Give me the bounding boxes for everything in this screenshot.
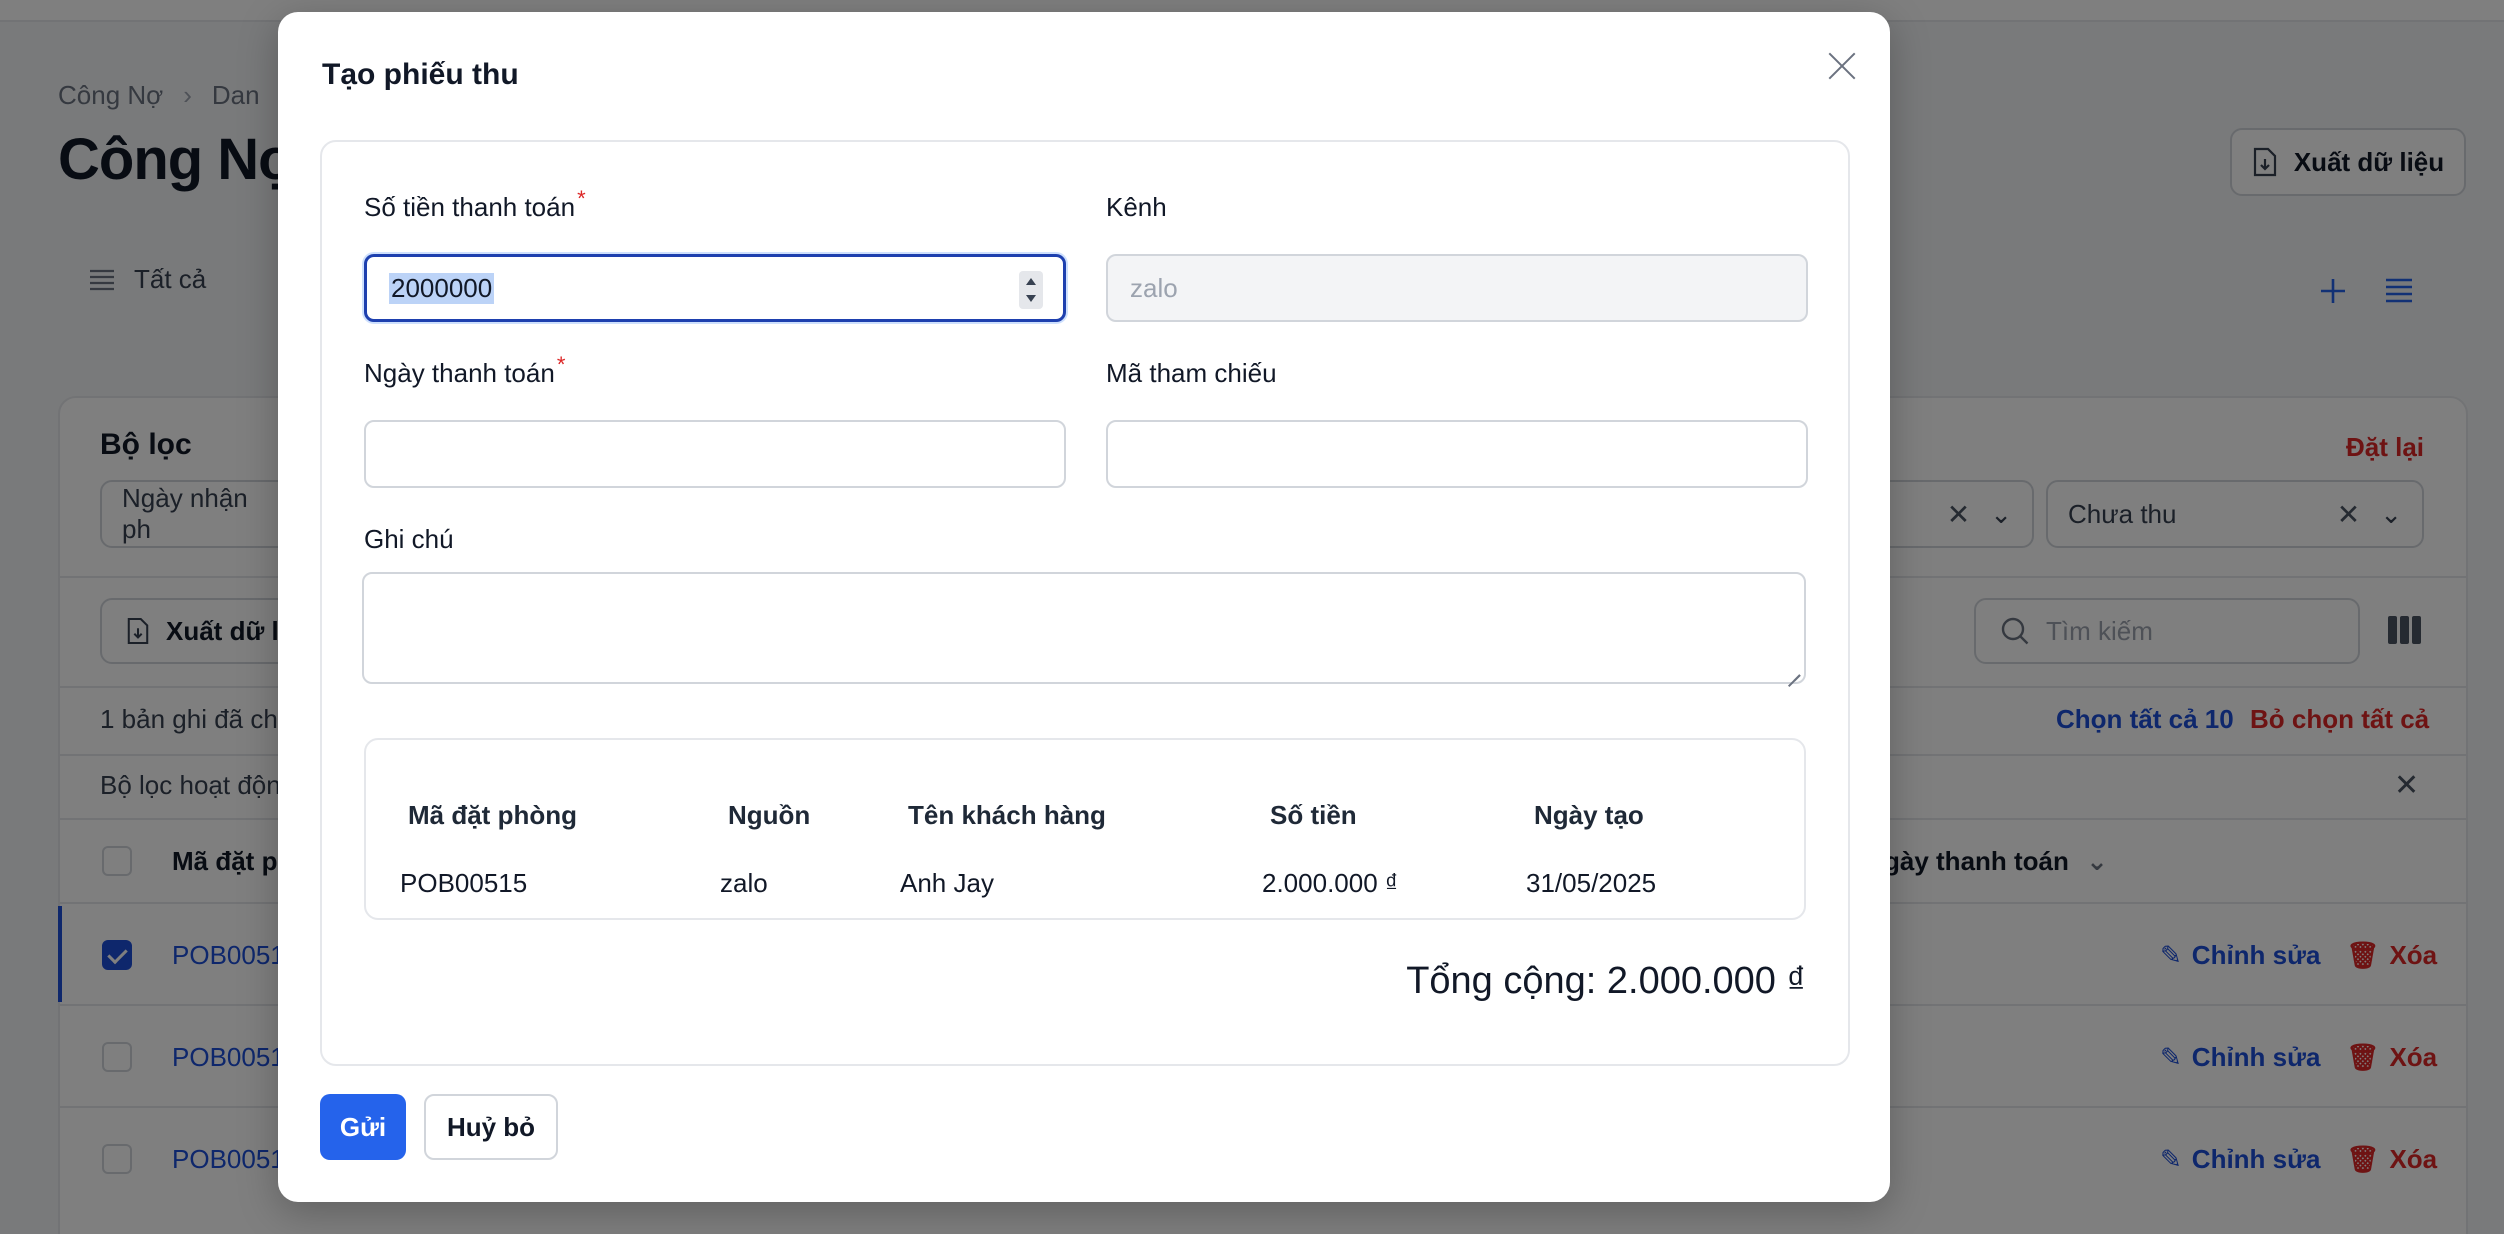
table-header: Ngày tạo xyxy=(1534,800,1644,830)
pay-date-label: Ngày thanh toán* xyxy=(364,352,565,389)
note-label: Ghi chú xyxy=(364,524,454,554)
resize-handle-icon[interactable] xyxy=(1786,664,1800,678)
table-cell: 31/05/2025 xyxy=(1526,868,1657,898)
table-header: Số tiền xyxy=(1270,800,1357,830)
booking-table: Mã đặt phòng Nguồn Tên khách hàng Số tiề… xyxy=(364,738,1806,920)
create-receipt-modal: Tạo phiếu thu Số tiền thanh toán* 200000… xyxy=(278,12,1890,1202)
table-cell: zalo xyxy=(720,868,768,898)
table-header: Nguồn xyxy=(728,800,811,830)
table-cell: 2.000.000 ₫ xyxy=(1262,868,1399,898)
channel-placeholder: zalo xyxy=(1130,272,1178,303)
table-header: Mã đặt phòng xyxy=(408,800,577,830)
cancel-button[interactable]: Huỷ bỏ xyxy=(424,1094,558,1160)
channel-input: zalo xyxy=(1106,254,1808,322)
close-icon[interactable] xyxy=(1822,46,1862,86)
table-header: Tên khách hàng xyxy=(908,800,1106,830)
pay-date-input[interactable] xyxy=(364,420,1066,488)
note-textarea[interactable] xyxy=(362,572,1806,684)
required-mark: * xyxy=(556,352,566,377)
reference-input[interactable] xyxy=(1106,420,1808,488)
amount-input[interactable]: 2000000 xyxy=(364,254,1066,322)
pay-date-label-text: Ngày thanh toán xyxy=(364,358,555,388)
reference-label: Mã tham chiếu xyxy=(1106,358,1277,388)
number-spinner[interactable] xyxy=(1019,271,1043,309)
table-cell: POB00515 xyxy=(400,868,528,898)
amount-label-text: Số tiền thanh toán xyxy=(364,192,576,222)
required-mark: * xyxy=(577,186,586,211)
total-amount: Tổng cộng: 2.000.000 ₫ xyxy=(1406,960,1806,1002)
table-cell: Anh Jay xyxy=(900,868,994,898)
amount-value: 2000000 xyxy=(389,272,495,304)
modal-title: Tạo phiếu thu xyxy=(322,58,519,91)
channel-label: Kênh xyxy=(1106,192,1167,222)
submit-button[interactable]: Gửi xyxy=(320,1094,406,1160)
amount-label: Số tiền thanh toán* xyxy=(364,186,586,223)
